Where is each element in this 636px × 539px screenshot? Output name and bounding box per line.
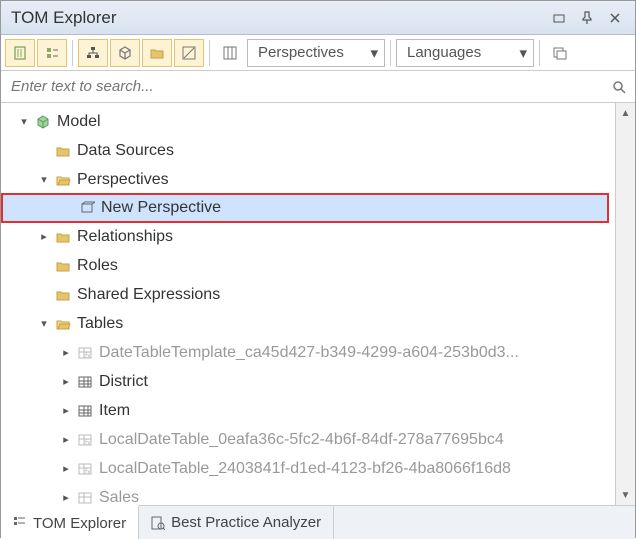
chevron-right-icon[interactable]: ▸ [57,462,75,475]
folder-open-icon [53,316,73,332]
window-dropdown-icon[interactable] [547,6,571,30]
tree-node-shared-expressions[interactable]: ▸ Shared Expressions [1,280,615,309]
analyzer-icon [151,516,165,530]
tree-node-model[interactable]: ▾ Model [1,107,615,136]
folder-icon [53,229,73,245]
search-input[interactable] [9,77,611,96]
tree-label: LocalDateTable_0eafa36c-5fc2-4b6f-84df-2… [99,431,504,449]
tree-label: Item [99,402,130,420]
chevron-right-icon[interactable]: ▸ [35,230,53,243]
tab-tom-explorer[interactable]: TOM Explorer [1,505,139,539]
scroll-up-icon[interactable]: ▲ [616,103,635,123]
bottom-tabs: TOM Explorer Best Practice Analyzer [1,505,635,539]
toolbar-button-1[interactable] [5,39,35,67]
tree-node-tables[interactable]: ▾ Tables [1,309,615,338]
chevron-down-icon[interactable]: ▾ [15,115,33,128]
tree-node-table[interactable]: ▸ Item [1,396,615,425]
chevron-right-icon[interactable]: ▸ [57,375,75,388]
tree-label: Tables [77,315,123,333]
svg-text:fx: fx [85,469,91,476]
chevron-right-icon[interactable]: ▸ [57,346,75,359]
toolbar-button-last[interactable] [545,39,575,67]
languages-dropdown[interactable]: Languages ▾ [396,39,534,67]
folder-icon [53,143,73,159]
chevron-down-icon: ▾ [370,44,378,62]
window-title: TOM Explorer [11,8,543,28]
table-icon [75,403,95,419]
tree-label: Data Sources [77,142,174,160]
perspective-icon [77,200,97,216]
languages-dropdown-label: Languages [407,44,481,61]
search-bar [1,71,635,103]
tree-label: New Perspective [101,199,221,217]
folder-icon [53,287,73,303]
tree-view[interactable]: ▾ Model ▸ Data Sources ▾ Perspectives ▸ … [1,103,615,505]
tree-label: Roles [77,257,118,275]
chevron-right-icon[interactable]: ▸ [57,491,75,504]
table-icon [75,374,95,390]
table-fx-icon: fx [75,432,95,448]
toolbar-button-6[interactable] [174,39,204,67]
chevron-down-icon[interactable]: ▾ [35,173,53,186]
tree-node-data-sources[interactable]: ▸ Data Sources [1,136,615,165]
tree-label: Shared Expressions [77,286,220,304]
tree-node-perspectives[interactable]: ▾ Perspectives [1,165,615,194]
tab-label: Best Practice Analyzer [171,514,321,531]
pin-icon[interactable] [575,6,599,30]
cube-icon[interactable] [110,39,140,67]
svg-text:fx: fx [85,353,91,360]
tree-node-table[interactable]: ▸ District [1,367,615,396]
tree-node-table[interactable]: ▸ Sales [1,483,615,505]
tab-best-practice[interactable]: Best Practice Analyzer [139,506,334,539]
table-fx-icon: fx [75,461,95,477]
vertical-scrollbar[interactable]: ▲ ▼ [615,103,635,505]
columns-icon[interactable] [215,39,245,67]
folder-icon[interactable] [142,39,172,67]
tree-label: Sales [99,489,139,506]
tree-node-table[interactable]: ▸ fx LocalDateTable_2403841f-d1ed-4123-b… [1,454,615,483]
table-icon [75,490,95,506]
tree-label: District [99,373,148,391]
folder-icon [53,258,73,274]
chevron-right-icon[interactable]: ▸ [57,433,75,446]
chevron-down-icon: ▾ [519,44,527,62]
toolbar-button-2[interactable] [37,39,67,67]
chevron-right-icon[interactable]: ▸ [57,404,75,417]
tree-label: Relationships [77,228,173,246]
perspectives-dropdown-label: Perspectives [258,44,344,61]
chevron-down-icon[interactable]: ▾ [35,317,53,330]
titlebar: TOM Explorer [1,1,635,35]
tree-label: Model [57,113,101,131]
tree-label: LocalDateTable_2403841f-d1ed-4123-bf26-4… [99,460,511,478]
tree-node-roles[interactable]: ▸ Roles [1,251,615,280]
scroll-down-icon[interactable]: ▼ [616,485,635,505]
folder-open-icon [53,172,73,188]
svg-text:fx: fx [85,440,91,447]
tree-icon [13,516,27,530]
close-icon[interactable] [603,6,627,30]
search-icon[interactable] [611,79,627,95]
table-fx-icon: fx [75,345,95,361]
tree-label: Perspectives [77,171,169,189]
tree-node-new-perspective[interactable]: ▸ New Perspective [1,193,609,223]
toolbar: Perspectives ▾ Languages ▾ [1,35,635,71]
perspectives-dropdown[interactable]: Perspectives ▾ [247,39,385,67]
tab-label: TOM Explorer [33,515,126,532]
cube-icon [33,114,53,130]
tree-node-table[interactable]: ▸ fx LocalDateTable_0eafa36c-5fc2-4b6f-8… [1,425,615,454]
hierarchy-icon[interactable] [78,39,108,67]
tree-label: DateTableTemplate_ca45d427-b349-4299-a60… [99,344,519,362]
tree-node-relationships[interactable]: ▸ Relationships [1,222,615,251]
tree-node-table[interactable]: ▸ fx DateTableTemplate_ca45d427-b349-429… [1,338,615,367]
